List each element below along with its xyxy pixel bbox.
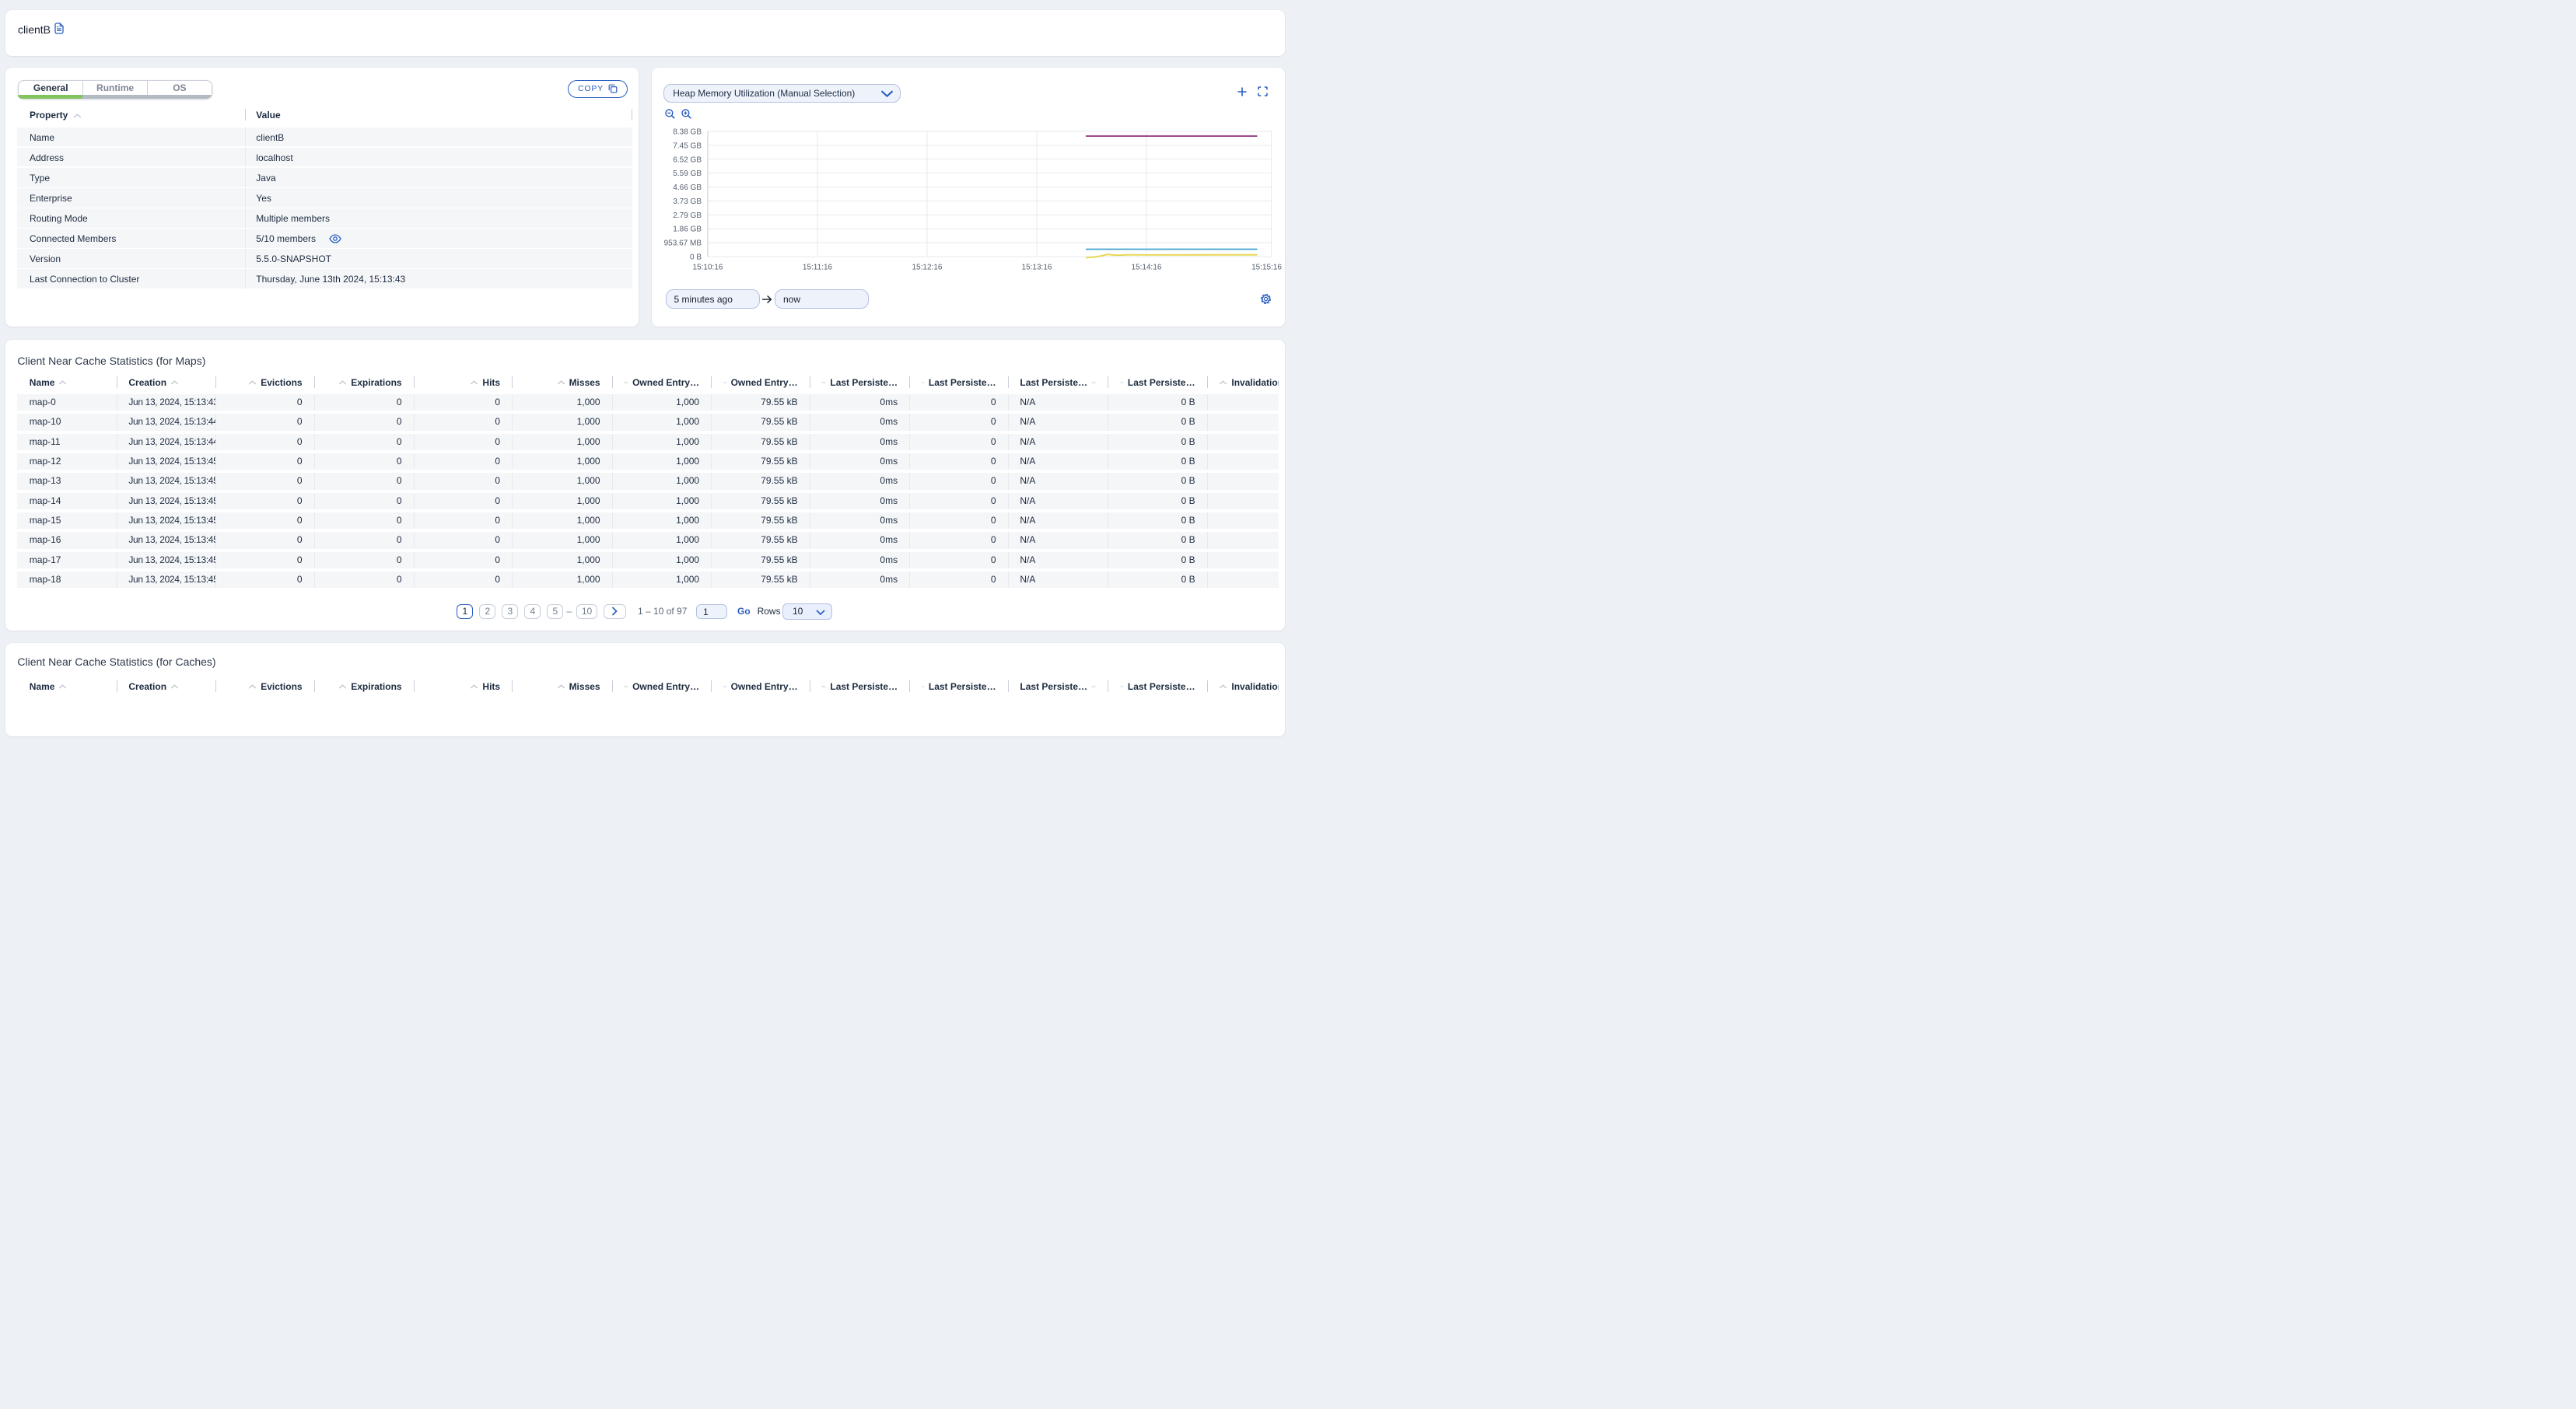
svg-text:5.59 GB: 5.59 GB (673, 170, 702, 178)
svg-text:15:10:16: 15:10:16 (693, 264, 723, 272)
svg-text:1.86 GB: 1.86 GB (673, 226, 702, 234)
svg-text:6.52 GB: 6.52 GB (673, 156, 702, 164)
svg-text:15:11:16: 15:11:16 (803, 264, 833, 272)
svg-text:7.45 GB: 7.45 GB (673, 142, 702, 150)
svg-text:15:13:16: 15:13:16 (1022, 264, 1052, 272)
svg-text:3.73 GB: 3.73 GB (673, 198, 702, 206)
svg-text:2.79 GB: 2.79 GB (673, 212, 702, 220)
svg-text:953.67 MB: 953.67 MB (664, 239, 702, 248)
svg-text:15:15:16: 15:15:16 (1251, 264, 1282, 272)
svg-text:15:14:16: 15:14:16 (1132, 264, 1162, 272)
svg-text:0 B: 0 B (690, 253, 702, 262)
svg-text:4.66 GB: 4.66 GB (673, 184, 702, 192)
svg-text:15:12:16: 15:12:16 (912, 264, 943, 272)
svg-text:8.38 GB: 8.38 GB (673, 128, 702, 137)
